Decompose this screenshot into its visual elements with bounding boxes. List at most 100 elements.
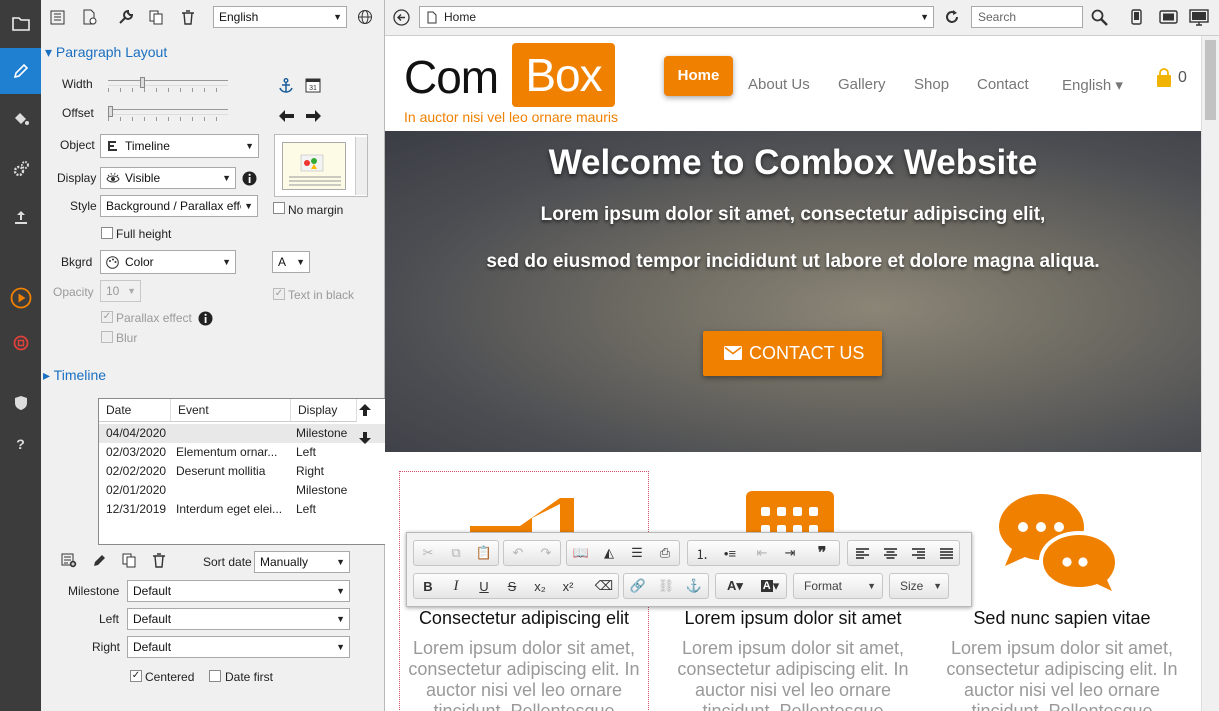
add-row-icon[interactable] <box>58 549 80 571</box>
object-select[interactable]: Timeline ▼ <box>100 134 259 158</box>
pencil-icon[interactable] <box>0 48 41 94</box>
nav-about-us[interactable]: About Us <box>748 76 810 93</box>
tablet-view-icon[interactable] <box>1157 6 1179 28</box>
table-row[interactable]: 02/03/2020 Elementum ornar... Left <box>99 443 391 462</box>
display-select[interactable]: Visible ▼ <box>100 167 236 189</box>
language-select[interactable]: English ▼ <box>213 6 347 28</box>
cart-icon[interactable] <box>1156 68 1172 91</box>
indent-icon[interactable]: ⇥ <box>776 541 804 565</box>
paint-bucket-icon[interactable] <box>0 96 41 142</box>
width-slider[interactable] <box>108 80 228 86</box>
edit-row-icon[interactable] <box>89 549 111 571</box>
milestone-select[interactable]: Default ▼ <box>127 580 350 602</box>
copy-icon[interactable] <box>145 6 167 28</box>
back-icon[interactable] <box>390 6 412 28</box>
gears-icon[interactable] <box>0 146 41 192</box>
address-bar[interactable]: Home ▼ <box>419 6 934 28</box>
text-color-icon[interactable]: A▾ <box>718 574 752 598</box>
font-color-select[interactable]: A ▼ <box>272 251 310 273</box>
table-row[interactable]: 02/01/2020 Milestone <box>99 481 391 500</box>
contact-us-button[interactable]: CONTACT US <box>703 331 882 376</box>
anchor-link-icon[interactable]: ⚓ <box>680 574 708 598</box>
text-in-black-checkbox[interactable]: ✓ <box>273 288 285 300</box>
bullet-list-icon[interactable]: •≡ <box>716 541 744 565</box>
wrench-icon[interactable] <box>115 6 137 28</box>
delete-row-icon[interactable] <box>148 549 170 571</box>
move-up-icon[interactable] <box>354 399 376 421</box>
scrollbar-thumb[interactable] <box>1205 40 1216 120</box>
bkgrd-select[interactable]: Color ▼ <box>100 250 236 274</box>
nav-shop[interactable]: Shop <box>914 76 949 93</box>
nav-contact[interactable]: Contact <box>977 76 1029 93</box>
bold-icon[interactable]: B <box>414 574 442 598</box>
format-dropdown[interactable]: Format ▼ <box>793 573 883 599</box>
table-row[interactable]: 04/04/2020 Milestone <box>99 424 391 443</box>
width-slider-thumb[interactable] <box>140 77 145 88</box>
search-input[interactable]: Search <box>971 6 1083 28</box>
centered-checkbox[interactable]: ✓ <box>130 670 142 682</box>
move-down-icon[interactable] <box>354 427 376 449</box>
desktop-view-icon[interactable] <box>1188 6 1210 28</box>
phone-view-icon[interactable] <box>1125 6 1147 28</box>
info-icon[interactable] <box>194 307 216 329</box>
date-first-checkbox[interactable] <box>209 670 221 682</box>
offset-slider-thumb[interactable] <box>108 106 113 117</box>
info-icon[interactable] <box>238 167 260 189</box>
trash-icon[interactable] <box>177 6 199 28</box>
help-icon[interactable]: ? <box>0 421 41 467</box>
play-icon[interactable] <box>0 275 41 321</box>
background-color-icon[interactable]: A ▾ <box>754 574 786 598</box>
column-header-event[interactable]: Event <box>171 399 291 422</box>
refresh-icon[interactable] <box>941 6 963 28</box>
book-icon[interactable]: 📖 <box>567 541 595 565</box>
cut-icon[interactable]: ✂ <box>414 541 442 565</box>
outdent-icon[interactable]: ⇤ <box>748 541 776 565</box>
sort-date-select[interactable]: Manually ▼ <box>254 551 350 573</box>
column-header-display[interactable]: Display <box>291 399 357 422</box>
eraser-icon[interactable]: ⌫ <box>590 574 618 598</box>
paste-icon[interactable]: 📋 <box>470 541 498 565</box>
calendar-icon[interactable]: 31 <box>302 74 324 96</box>
undo-icon[interactable]: ↶ <box>504 541 532 565</box>
left-select[interactable]: Default ▼ <box>127 608 350 630</box>
new-page-icon[interactable] <box>78 6 100 28</box>
style-select[interactable]: Background / Parallax effe ▼ <box>100 195 258 217</box>
search-icon[interactable] <box>1088 6 1110 28</box>
align-left-icon[interactable] <box>848 541 876 565</box>
blockquote-icon[interactable]: ❞ <box>808 541 836 565</box>
paragraph-layout-section[interactable]: ▾ Paragraph Layout <box>45 44 167 61</box>
timeline-section[interactable]: ▸ Timeline <box>43 367 106 384</box>
copy-row-icon[interactable] <box>118 549 140 571</box>
full-height-checkbox[interactable] <box>101 227 113 239</box>
nav-gallery[interactable]: Gallery <box>838 76 886 93</box>
opacity-select[interactable]: 10 ▼ <box>100 280 141 302</box>
size-dropdown[interactable]: Size ▼ <box>889 573 949 599</box>
align-right-icon[interactable] <box>904 541 932 565</box>
image-icon[interactable]: ◭ <box>595 541 623 565</box>
globe-icon[interactable] <box>354 6 376 28</box>
shield-icon[interactable] <box>0 380 41 426</box>
superscript-icon[interactable]: x² <box>554 574 582 598</box>
strikethrough-icon[interactable]: S <box>498 574 526 598</box>
table-row[interactable]: 12/31/2019 Interdum eget elei... Left <box>99 500 391 519</box>
page-break-icon[interactable]: ⎙ <box>651 541 679 565</box>
align-center-icon[interactable] <box>876 541 904 565</box>
folder-icon[interactable] <box>0 0 41 46</box>
preview-scrollbar[interactable] <box>1201 36 1219 711</box>
redo-icon[interactable]: ↷ <box>532 541 560 565</box>
link-icon[interactable]: 🔗 <box>624 574 652 598</box>
copy-icon[interactable]: ⧉ <box>442 541 470 565</box>
numbered-list-icon[interactable]: ⒈ <box>688 541 716 565</box>
justify-icon[interactable] <box>932 541 960 565</box>
preview-scrollbar[interactable] <box>355 137 367 195</box>
unlink-icon[interactable]: ⛓ <box>652 574 680 598</box>
arrow-left-icon[interactable] <box>275 105 297 127</box>
offset-slider[interactable] <box>108 109 228 115</box>
horizontal-rule-icon[interactable]: ☰ <box>623 541 651 565</box>
subscript-icon[interactable]: x₂ <box>526 574 554 598</box>
no-margin-checkbox[interactable] <box>273 202 285 214</box>
right-select[interactable]: Default ▼ <box>127 636 350 658</box>
anchor-icon[interactable] <box>275 74 297 96</box>
parallax-checkbox[interactable]: ✓ <box>101 311 113 323</box>
list-icon[interactable] <box>46 6 68 28</box>
